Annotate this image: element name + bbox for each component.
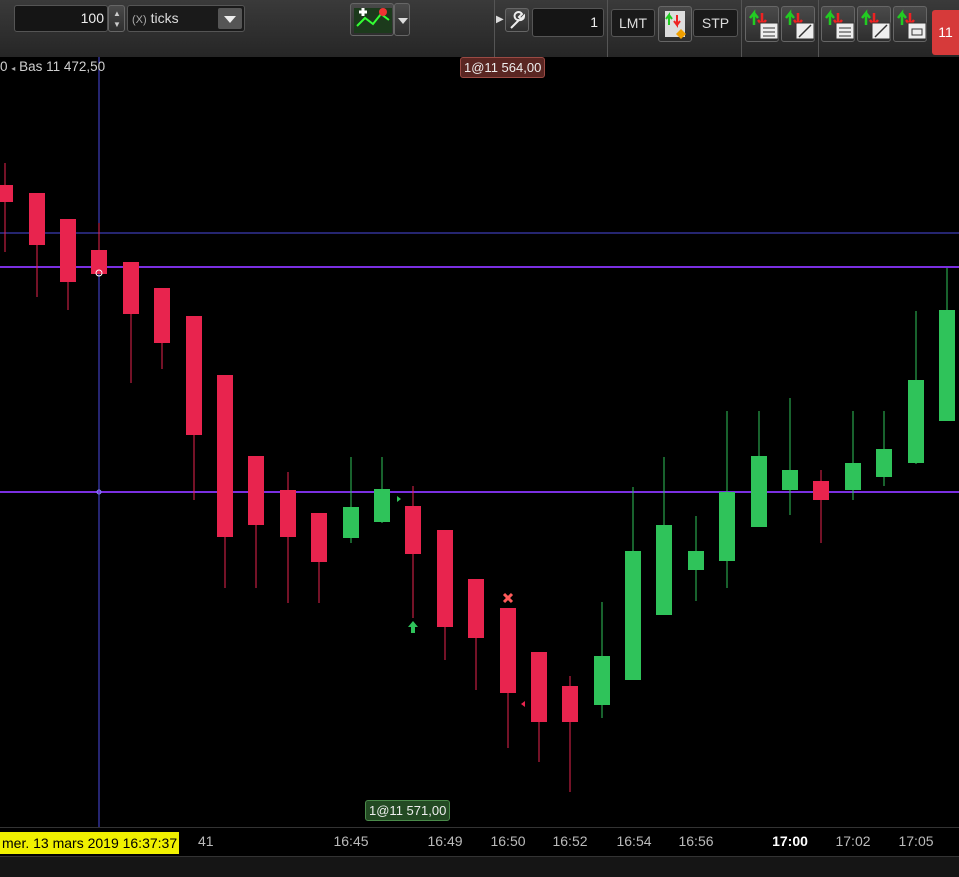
order-type-button[interactable] (658, 6, 692, 42)
order-quantity-value: 1 (590, 14, 598, 30)
status-bar (0, 856, 959, 877)
stp-label: STP (701, 15, 730, 31)
time-tick: 16:54 (616, 833, 652, 849)
info-arrow-icon: ◂ (11, 64, 16, 73)
candle-body (908, 380, 924, 463)
buy-order-list-icon (749, 9, 779, 40)
chart-tools-button[interactable] (350, 3, 394, 36)
cursor-time-label: mer. 13 mars 2019 16:37:37 (0, 832, 180, 854)
candle-body (719, 492, 735, 561)
candlestick-chart[interactable]: 0 ◂ Bas 11 472,50 1@11 564,00 1@11 571,0… (0, 57, 959, 827)
exit-marker-icon (521, 701, 525, 707)
candle-body (845, 463, 861, 490)
candle-body (813, 481, 829, 500)
time-axis[interactable]: mer. 13 mars 2019 16:37:37 41 16:45 16:4… (0, 827, 959, 857)
order-tag-bottom-label: 1@11 571,00 (369, 803, 447, 818)
toolbar: 100 ▲ ▼ (X) ticks ▶ 1 LMT STP 11 (0, 0, 959, 58)
alert-badge[interactable]: 11 (932, 10, 959, 55)
alert-badge-count: 11 (938, 24, 953, 40)
stp-button[interactable]: STP (693, 9, 738, 37)
cursor-time-suffix: 41 (198, 833, 214, 849)
time-tick: 17:05 (898, 833, 934, 849)
buy-cancel-icon (785, 9, 815, 40)
cursor-time-text: mer. 13 mars 2019 16:37:37 (2, 835, 178, 851)
bid-label: Bas 11 472,50 (19, 59, 106, 74)
expand-arrow-icon[interactable]: ▶ (496, 14, 504, 25)
candle-body (374, 489, 390, 522)
cancel-x-icon (502, 592, 514, 604)
candle-body (311, 513, 327, 562)
candle-body (625, 551, 641, 680)
order-tag-bottom[interactable]: 1@11 571,00 (365, 800, 451, 821)
candle-body (217, 375, 233, 537)
candle-body (782, 470, 798, 490)
order-quantity-input[interactable]: 1 (532, 8, 604, 37)
entry-marker-icon (397, 496, 401, 502)
lmt-button[interactable]: LMT (611, 9, 655, 37)
stepper-up-icon[interactable]: ▲ (113, 9, 121, 18)
time-tick: 16:50 (490, 833, 526, 849)
candle-body (154, 288, 170, 343)
candle-body (594, 656, 610, 705)
candle-body (531, 652, 547, 722)
chevron-down-icon[interactable] (218, 8, 242, 29)
buy-market-button[interactable] (745, 6, 779, 42)
reverse-position-icon (897, 9, 927, 40)
candle-body (0, 185, 13, 202)
candle-body (500, 608, 516, 693)
chart-header: 0 ◂ Bas 11 472,50 (0, 59, 105, 74)
stepper-down-icon[interactable]: ▼ (113, 20, 121, 29)
buy-cancel-button[interactable] (781, 6, 815, 42)
sell-market-button[interactable] (821, 6, 855, 42)
wrench-button[interactable] (505, 8, 529, 32)
candle-body (343, 507, 359, 538)
buy-arrow-icon (408, 621, 418, 633)
candle-body (248, 456, 264, 525)
chevron-down-icon (398, 18, 408, 24)
candle-body (280, 490, 296, 537)
time-tick: 16:45 (333, 833, 369, 849)
candle-body (186, 316, 202, 435)
quantity-input[interactable]: 100 (14, 5, 108, 32)
candle-body (437, 530, 453, 627)
time-tick: 16:49 (427, 833, 463, 849)
unit-prefix: (X) (132, 14, 147, 26)
candle-body (656, 525, 672, 615)
header-prefix: 0 (0, 59, 8, 74)
sell-cancel-icon (861, 9, 891, 40)
lmt-label: LMT (619, 15, 647, 31)
time-tick: 16:52 (552, 833, 588, 849)
candle-body (468, 579, 484, 638)
candle-body (562, 686, 578, 722)
reverse-position-button[interactable] (893, 6, 927, 42)
chart-tools-dropdown[interactable] (394, 3, 410, 36)
candle-body (29, 193, 45, 245)
time-tick: 17:02 (835, 833, 871, 849)
quantity-stepper[interactable]: ▲ ▼ (108, 5, 125, 32)
chart-canvas[interactable] (0, 57, 959, 827)
order-tag-top[interactable]: 1@11 564,00 (460, 57, 546, 78)
chart-tools-icon (354, 8, 392, 33)
time-tick: 16:56 (678, 833, 714, 849)
candle-body (688, 551, 704, 570)
candle-body (751, 456, 767, 527)
unit-select[interactable]: (X) ticks (127, 5, 245, 32)
sell-order-list-icon (825, 9, 855, 40)
time-tick-bold: 17:00 (772, 833, 808, 849)
quantity-value: 100 (80, 10, 104, 26)
candle-body (939, 310, 955, 421)
candle-body (123, 262, 139, 314)
sell-cancel-button[interactable] (857, 6, 891, 42)
unit-label: ticks (150, 10, 179, 26)
candle-body (876, 449, 892, 477)
wrench-icon (510, 11, 525, 29)
candle-body (60, 219, 76, 282)
order-type-icon (665, 11, 686, 39)
candle-body (405, 506, 421, 554)
order-tag-top-label: 1@11 564,00 (464, 60, 542, 75)
